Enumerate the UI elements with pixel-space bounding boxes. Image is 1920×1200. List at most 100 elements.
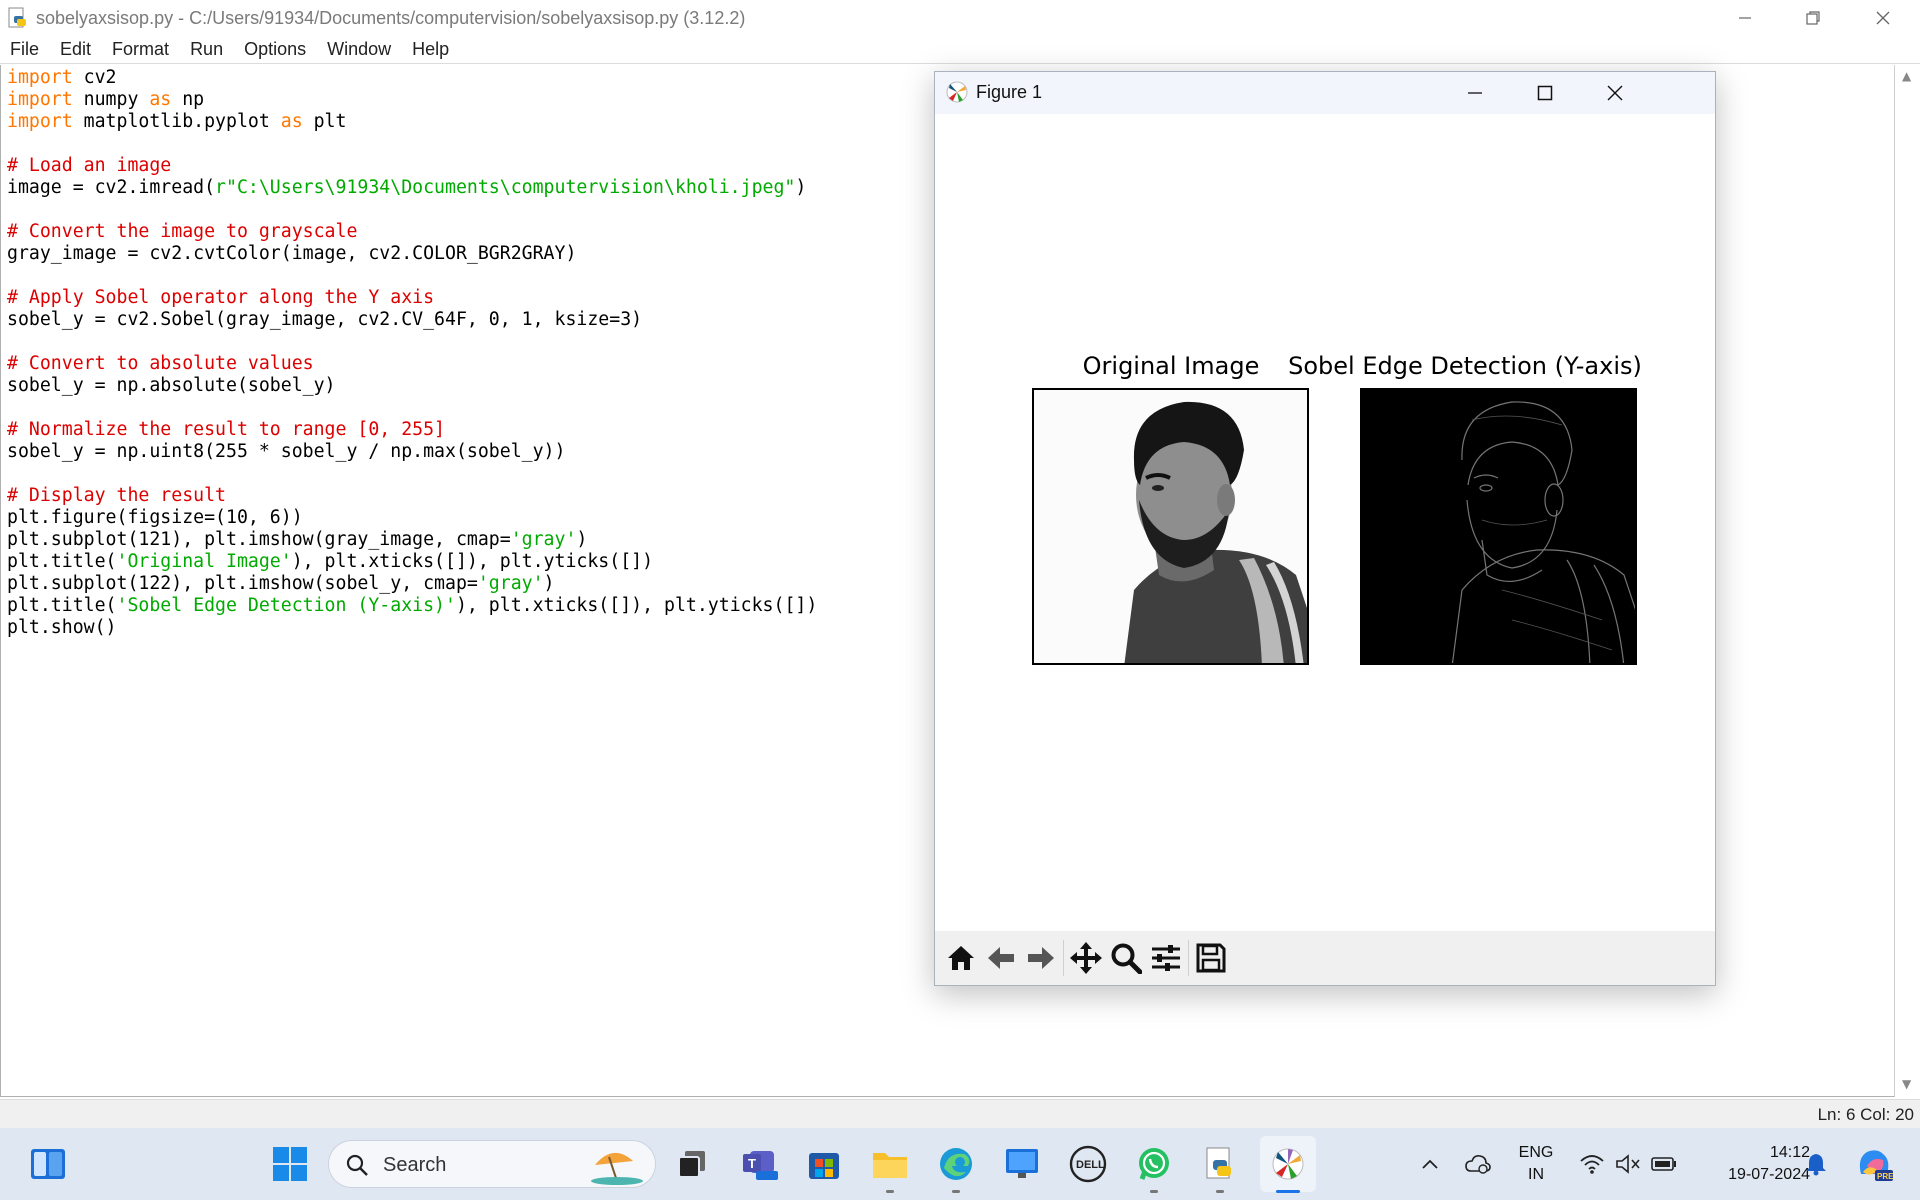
code-line[interactable] [7,199,817,221]
code-line[interactable]: plt.subplot(121), plt.imshow(gray_image,… [7,529,817,551]
menu-file[interactable]: File [10,39,39,60]
code-line[interactable]: import matplotlib.pyplot as plt [7,111,817,133]
onedrive-button[interactable] [1460,1144,1496,1184]
wifi-icon [1580,1155,1604,1174]
code-line[interactable]: # Convert the image to grayscale [7,221,817,243]
beach-umbrella-icon [591,1152,643,1185]
code-token: 'Sobel Edge Detection (Y-axis)' [116,595,456,616]
subplot-title-original: Original Image [1082,352,1260,380]
volume-status[interactable] [1610,1144,1646,1184]
code-token: import [7,67,73,88]
code-line[interactable]: sobel_y = np.absolute(sobel_y) [7,375,817,397]
code-token: gray_image = cv2.cvtColor(image, cv2.COL… [7,243,577,264]
language-code: ENG [1518,1144,1554,1161]
svg-text:PRE: PRE [1877,1172,1893,1181]
menu-edit[interactable]: Edit [60,39,91,60]
back-button[interactable] [981,938,1021,978]
figure-close-button[interactable] [1586,72,1644,114]
code-line[interactable] [7,331,817,353]
code-line[interactable] [7,463,817,485]
figure-minimize-button[interactable] [1446,72,1504,114]
figure-canvas[interactable]: Original Image Sobel Edge Detection (Y-a… [935,114,1715,931]
menu-format[interactable]: Format [112,39,169,60]
copilot-button[interactable]: PRE [1852,1144,1896,1184]
zoom-button[interactable] [1106,938,1146,978]
menu-window[interactable]: Window [327,39,391,60]
dell-button[interactable]: DELL [1068,1144,1108,1184]
code-line[interactable]: # Convert to absolute values [7,353,817,375]
forward-button[interactable] [1021,938,1061,978]
scroll-up-icon[interactable]: ▲ [1902,69,1911,83]
save-button[interactable] [1191,938,1231,978]
code-token: import [7,89,73,110]
teams-button[interactable]: T [740,1144,780,1184]
speaker-muted-icon [1616,1154,1640,1174]
restore-icon [1806,11,1820,25]
figure-toolbar [935,931,1715,985]
running-indicator [1150,1190,1158,1193]
menu-run[interactable]: Run [190,39,223,60]
code-line[interactable] [7,133,817,155]
code-line[interactable]: plt.subplot(122), plt.imshow(sobel_y, cm… [7,573,817,595]
language-indicator[interactable]: ENG IN [1506,1142,1566,1186]
taskbar-search-box[interactable]: Search [328,1140,656,1188]
clock[interactable]: 14:12 19-07-2024 [1686,1142,1810,1186]
figure-maximize-button[interactable] [1516,72,1574,114]
code-line[interactable]: # Normalize the result to range [0, 255] [7,419,817,441]
whatsapp-button[interactable] [1134,1144,1174,1184]
start-button[interactable] [270,1144,310,1184]
show-hidden-icons-button[interactable] [1412,1144,1448,1184]
microsoft-store-button[interactable] [804,1144,844,1184]
scroll-down-icon[interactable]: ▼ [1902,1077,1911,1091]
figure-window[interactable]: Figure 1 Original Image Sobel Edge Detec… [934,71,1716,986]
vertical-scrollbar[interactable]: ▲ ▼ [1895,65,1920,1097]
clock-time: 14:12 [1769,1144,1810,1161]
code-line[interactable]: # Display the result [7,485,817,507]
code-line[interactable]: import cv2 [7,67,817,89]
matplotlib-figure-button[interactable] [1260,1136,1316,1192]
code-line[interactable]: plt.show() [7,617,817,639]
code-line[interactable]: plt.title('Original Image'), plt.xticks(… [7,551,817,573]
code-token: import [7,111,73,132]
widgets-button[interactable] [28,1144,68,1184]
code-token: # Convert the image to grayscale [7,221,358,242]
wifi-status[interactable] [1574,1144,1610,1184]
remote-desktop-button[interactable] [1002,1144,1042,1184]
back-arrow-icon [988,947,1014,969]
svg-text:DELL: DELL [1076,1159,1105,1171]
pan-icon [1070,942,1102,974]
configure-subplots-button[interactable] [1146,938,1186,978]
code-line[interactable]: sobel_y = cv2.Sobel(gray_image, cv2.CV_6… [7,309,817,331]
edge-browser-button[interactable] [936,1144,976,1184]
code-line[interactable]: # Apply Sobel operator along the Y axis [7,287,817,309]
code-token: cv2 [72,67,117,88]
pan-button[interactable] [1066,938,1106,978]
code-line[interactable]: import numpy as np [7,89,817,111]
code-line[interactable]: gray_image = cv2.cvtColor(image, cv2.COL… [7,243,817,265]
code-line[interactable]: plt.title('Sobel Edge Detection (Y-axis)… [7,595,817,617]
home-icon [948,946,974,970]
task-view-button[interactable] [672,1144,712,1184]
code-line[interactable]: plt.figure(figsize=(10, 6)) [7,507,817,529]
home-button[interactable] [941,938,981,978]
code-line[interactable]: sobel_y = np.uint8(255 * sobel_y / np.ma… [7,441,817,463]
code-line[interactable]: # Load an image [7,155,817,177]
notifications-button[interactable] [1798,1144,1834,1184]
minimize-icon [1468,92,1482,94]
minimize-button[interactable] [1710,0,1780,36]
code-token: image = cv2.imread( [7,177,216,198]
file-explorer-button[interactable] [870,1144,910,1184]
code-line[interactable] [7,397,817,419]
close-button[interactable] [1848,0,1918,36]
python-file-icon [6,6,30,30]
code-line[interactable]: image = cv2.imread(r"C:\Users\91934\Docu… [7,177,817,199]
code-token: plt.show() [7,617,117,638]
running-indicator [1216,1190,1224,1193]
menu-options[interactable]: Options [244,39,306,60]
restore-button[interactable] [1778,0,1848,36]
code-text[interactable]: import cv2 import numpy as np import matpl… [7,67,817,639]
battery-status[interactable] [1646,1144,1682,1184]
python-idle-button[interactable] [1200,1144,1240,1184]
code-line[interactable] [7,265,817,287]
menu-help[interactable]: Help [412,39,449,60]
